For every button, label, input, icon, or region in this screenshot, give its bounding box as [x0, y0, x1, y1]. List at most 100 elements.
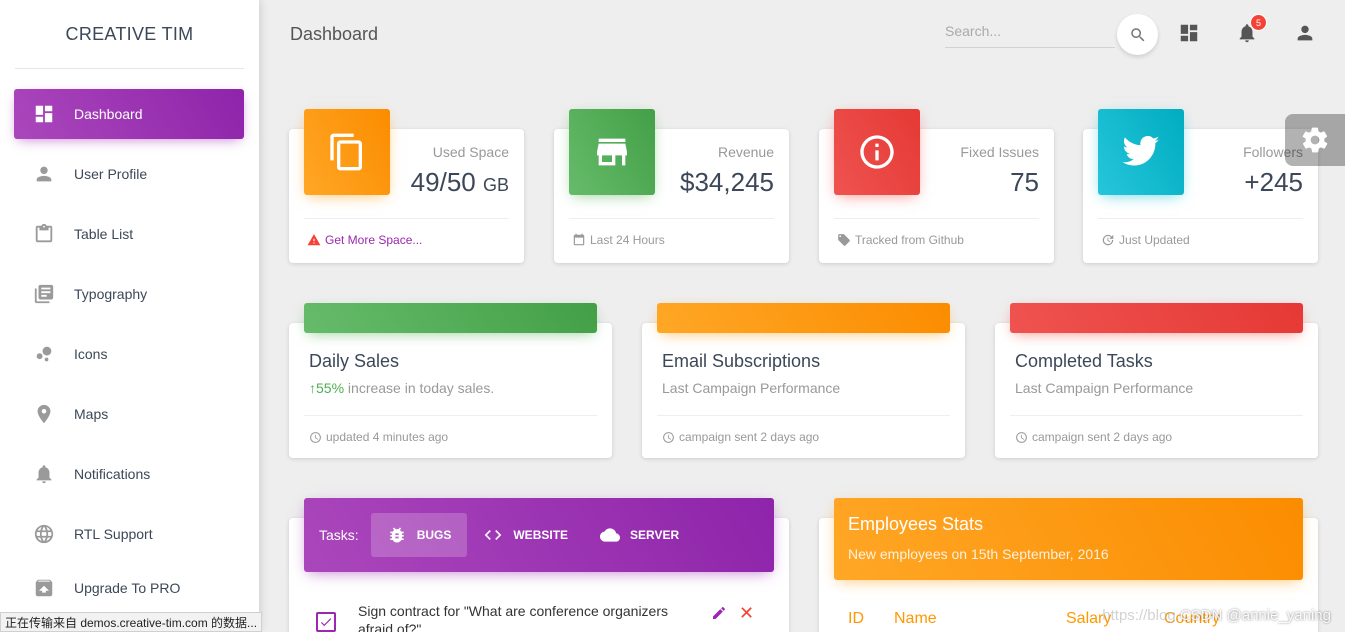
clock-icon: [310, 431, 321, 443]
sidebar: CREATIVE TIM Dashboard User Profile Tabl…: [0, 0, 259, 632]
stat-value: +245: [1244, 167, 1303, 197]
warning-icon: [307, 234, 321, 246]
stat-card-used-space: Used Space 49/50 GB Get More Space...: [289, 109, 524, 263]
tab-server[interactable]: SERVER: [584, 513, 695, 557]
tag-icon: [838, 234, 850, 246]
chart-footer: campaign sent 2 days ago: [1015, 430, 1172, 444]
chart-title: Email Subscriptions: [662, 351, 821, 371]
divider: [834, 218, 1039, 219]
top-navbar: Dashboard 5: [259, 0, 1345, 68]
gear-icon: [1302, 127, 1328, 153]
sidebar-item-dashboard[interactable]: Dashboard: [14, 89, 244, 139]
chart-card-completed-tasks: Completed Tasks Last Campaign Performanc…: [995, 303, 1318, 458]
employees-subtitle: New employees on 15th September, 2016: [848, 546, 1109, 562]
employees-title: Employees Stats: [848, 514, 984, 534]
check-icon: [320, 618, 332, 627]
chart-footer: campaign sent 2 days ago: [662, 430, 819, 444]
stat-icon-box: [1098, 109, 1184, 195]
search-icon: [1130, 27, 1144, 41]
clock-icon: [1016, 431, 1027, 443]
page-title: Dashboard: [290, 24, 379, 44]
info-icon: [860, 135, 894, 169]
search-input[interactable]: [945, 14, 1115, 48]
sidebar-item-rtl-support[interactable]: RTL Support: [14, 509, 244, 559]
sidebar-item-typography[interactable]: Typography: [14, 269, 244, 319]
notification-badge: 5: [1250, 14, 1267, 31]
sidebar-item-icons[interactable]: Icons: [14, 329, 244, 379]
sidebar-item-label: Table List: [74, 226, 134, 242]
stat-icon-box: [569, 109, 655, 195]
stat-unit: GB: [482, 175, 509, 195]
tasks-card: Tasks: BUGS WEBSITE SERVER Sign contract…: [289, 498, 789, 632]
unarchive-icon: [32, 576, 56, 600]
watermark: https://blog.CSDN @annie_yaning: [1102, 607, 1331, 624]
sidebar-nav: Dashboard User Profile Table List Typogr…: [0, 89, 259, 613]
sidebar-item-maps[interactable]: Maps: [14, 389, 244, 439]
divider: [1010, 415, 1303, 416]
twitter-icon: [1122, 136, 1160, 166]
store-icon: [597, 138, 627, 166]
stat-footer: Last 24 Hours: [572, 233, 665, 247]
task-edit-button[interactable]: [711, 605, 727, 626]
task-row: Sign contract for "What are conference o…: [316, 602, 766, 632]
sidebar-item-upgrade[interactable]: Upgrade To PRO: [14, 563, 244, 613]
sidebar-item-label: Maps: [74, 406, 109, 422]
update-icon: [1102, 234, 1114, 246]
browser-status-bar: 正在传输来自 demos.creative-tim.com 的数据...: [0, 612, 263, 632]
sidebar-item-label: User Profile: [74, 166, 148, 182]
sidebar-item-notifications[interactable]: Notifications: [14, 449, 244, 499]
settings-toggle[interactable]: [1285, 114, 1345, 166]
notifications-button[interactable]: 5: [1235, 14, 1267, 45]
copy-icon: [330, 133, 362, 171]
calendar-icon: [573, 233, 585, 246]
task-text: Sign contract for "What are conference o…: [358, 603, 669, 632]
divider: [1098, 218, 1303, 219]
stat-label: Used Space: [432, 144, 509, 160]
column-header-id: ID: [848, 610, 864, 627]
stat-label: Revenue: [717, 144, 774, 160]
close-icon[interactable]: ✕: [739, 603, 754, 624]
sidebar-item-label: Notifications: [74, 466, 151, 482]
employees-header: Employees Stats New employees on 15th Se…: [834, 498, 1303, 580]
stat-value: $34,245: [680, 167, 774, 197]
globe-icon: [32, 522, 56, 546]
brand-logo[interactable]: CREATIVE TIM: [0, 0, 259, 68]
search-button[interactable]: [1117, 14, 1158, 55]
location-pin-icon: [32, 402, 56, 426]
divider: [304, 415, 597, 416]
logo-divider: [15, 68, 244, 69]
chart-footer: updated 4 minutes ago: [309, 430, 448, 444]
divider: [657, 415, 950, 416]
stat-card-revenue: Revenue $34,245 Last 24 Hours: [554, 109, 789, 263]
chart-subtitle: Last Campaign Performance: [662, 380, 841, 396]
arrow-up-icon: ↑: [309, 380, 316, 396]
tab-bugs[interactable]: BUGS: [370, 513, 468, 557]
chart-card-daily-sales: Daily Sales ↑55% increase in today sales…: [289, 303, 612, 458]
tab-website[interactable]: WEBSITE: [467, 513, 584, 557]
sidebar-item-label: Dashboard: [74, 106, 143, 122]
tasks-header: Tasks: BUGS WEBSITE SERVER: [304, 498, 774, 572]
stat-value: 75: [1010, 167, 1039, 197]
task-checkbox[interactable]: [316, 612, 336, 632]
divider: [569, 218, 774, 219]
dashboard-link[interactable]: [1177, 21, 1201, 45]
sidebar-item-user-profile[interactable]: User Profile: [14, 149, 244, 199]
dashboard-icon: [1180, 24, 1198, 42]
sidebar-item-label: Upgrade To PRO: [74, 580, 181, 596]
chart-card-email-subscriptions: Email Subscriptions Last Campaign Perfor…: [642, 303, 965, 458]
stat-value: 49/50 GB: [410, 167, 509, 197]
stat-icon-box: [834, 109, 920, 195]
profile-button[interactable]: [1293, 21, 1317, 45]
edit-icon: [713, 607, 725, 619]
chart-header: [1010, 303, 1303, 333]
cloud-icon: [600, 528, 621, 542]
library-books-icon: [32, 282, 56, 306]
get-more-space-link[interactable]: Get More Space...: [307, 233, 422, 247]
stat-card-fixed-issues: Fixed Issues 75 Tracked from Github: [819, 109, 1054, 263]
clock-icon: [663, 431, 674, 443]
sidebar-item-table-list[interactable]: Table List: [14, 209, 244, 259]
sidebar-item-label: Typography: [74, 286, 148, 302]
sidebar-item-label: RTL Support: [74, 526, 153, 542]
chart-header: [657, 303, 950, 333]
chart-header: [304, 303, 597, 333]
